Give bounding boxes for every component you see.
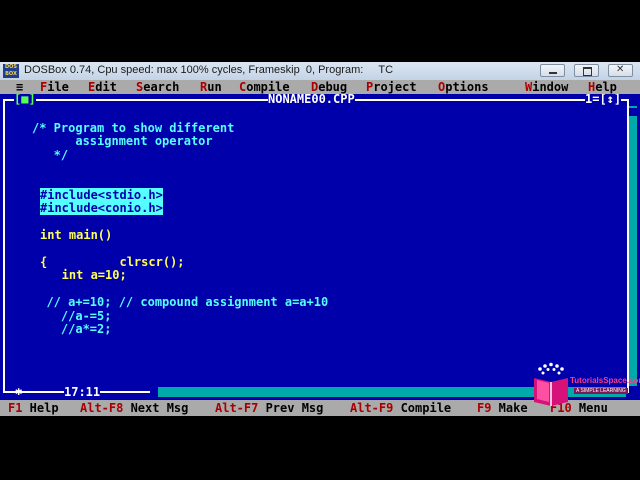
code-line[interactable]: #include<conio.h>	[40, 201, 163, 216]
dosbox-icon[interactable]: DOS BOX	[3, 64, 19, 78]
vertical-scroll-thumb[interactable]	[629, 108, 637, 116]
status-next-msg-key: Alt-F8	[80, 401, 124, 415]
cursor-position: 17:11	[64, 385, 101, 399]
menu-window-label: indow	[532, 80, 569, 94]
menu-file[interactable]: File	[40, 80, 69, 94]
status-compile-key: Alt-F9	[350, 401, 394, 415]
code-line-text: // a+=10; // compound assignment a=a+10	[32, 295, 329, 310]
code-line[interactable]: */	[32, 148, 68, 162]
vertical-scrollbar[interactable]	[629, 106, 637, 386]
status-help-label: Help	[22, 401, 59, 415]
menu-search[interactable]: Search	[136, 80, 179, 94]
code-line-text: assignment operator	[32, 134, 213, 149]
menu-window[interactable]: Window	[525, 80, 568, 94]
book-logo-icon	[534, 362, 568, 406]
status-make[interactable]: F9 Make	[477, 401, 528, 415]
status-prev-msg-label: Prev Msg	[258, 401, 324, 415]
menu-debug-label: ebug	[318, 80, 348, 94]
editor-window[interactable]: [■] NONAME00.CPP 1=[↕] /* Program to sho…	[0, 94, 640, 400]
menu-debug[interactable]: Debug	[311, 80, 347, 94]
code-line-text: #include<stdio.h>	[40, 188, 163, 202]
status-compile[interactable]: Alt-F9 Compile	[350, 401, 451, 415]
watermark-name: TutorialsSpace.com	[570, 376, 640, 385]
code-line[interactable]: /* Program to show different	[32, 121, 234, 135]
modified-indicator: ✱	[15, 384, 23, 398]
menu-edit[interactable]: Edit	[88, 80, 117, 94]
status-make-key: F9	[477, 401, 492, 415]
menu-run-label: un	[207, 80, 222, 94]
menu-help[interactable]: Help	[588, 80, 617, 94]
menu-compile-label: ompile	[246, 80, 290, 94]
code-line-text: int main()	[40, 228, 113, 243]
code-line-text: //a*=2;	[32, 322, 112, 336]
menu-project-label: roject	[373, 80, 417, 94]
status-prev-msg[interactable]: Alt-F7 Prev Msg	[215, 401, 323, 415]
status-help[interactable]: F1 Help	[8, 401, 59, 415]
status-make-label: Make	[491, 401, 528, 415]
menu-project[interactable]: Project	[366, 80, 417, 94]
editor-window-controls[interactable]: 1=[↕]	[585, 94, 622, 105]
code-line-text: */	[32, 147, 69, 162]
status-next-msg[interactable]: Alt-F8 Next Msg	[80, 401, 188, 415]
menu-run[interactable]: Run	[200, 80, 222, 94]
window-title: DOSBox 0.74, Cpu speed: max 100% cycles,…	[24, 64, 394, 76]
menu-options[interactable]: Options	[438, 80, 489, 94]
menu-bar: ≡ File Edit Search Run Compile Debug Pro…	[0, 80, 640, 94]
code-line[interactable]: #include<stdio.h>	[40, 188, 163, 202]
maximize-button[interactable]	[574, 64, 599, 77]
close-button[interactable]	[608, 64, 633, 77]
code-line-text: #include<conio.h>	[40, 201, 163, 216]
code-line[interactable]: assignment operator	[32, 134, 213, 149]
watermark-logo: TutorialsSpace.com A SIMPLE LEARNING	[530, 362, 640, 408]
menu-options-label: ptions	[445, 80, 489, 94]
watermark-tagline: A SIMPLE LEARNING	[574, 388, 628, 394]
menu-edit-label: dit	[95, 80, 117, 94]
code-line-text: //a-=5;	[32, 308, 112, 323]
window-titlebar: DOS BOX DOSBox 0.74, Cpu speed: max 100%…	[0, 62, 640, 81]
code-line[interactable]: int a=10;	[40, 268, 127, 282]
system-menu-icon[interactable]: ≡	[16, 80, 23, 94]
code-line[interactable]: { clrscr();	[40, 255, 185, 269]
status-next-msg-label: Next Msg	[123, 401, 189, 415]
editor-close-box[interactable]: [■]	[14, 94, 36, 105]
status-compile-label: Compile	[393, 401, 452, 415]
minimize-button[interactable]	[540, 64, 565, 77]
menu-compile[interactable]: Compile	[239, 80, 290, 94]
menu-file-label: ile	[47, 80, 69, 94]
code-line-text: int a=10;	[40, 268, 127, 283]
horizontal-scroll-thumb[interactable]	[150, 387, 158, 397]
menu-help-label: elp	[595, 80, 617, 94]
code-line[interactable]: int main()	[40, 228, 112, 242]
code-line[interactable]: //a*=2;	[32, 322, 112, 336]
code-line-text: /* Program to show different	[32, 121, 235, 135]
code-line-text: { clrscr();	[40, 255, 185, 269]
editor-file-name: NONAME00.CPP	[268, 94, 355, 106]
status-help-key: F1	[8, 401, 23, 415]
code-line[interactable]: //a-=5;	[32, 308, 112, 323]
menu-search-label: earch	[143, 80, 180, 94]
code-line[interactable]: // a+=10; // compound assignment a=a+10	[32, 295, 328, 309]
status-prev-msg-key: Alt-F7	[215, 401, 259, 415]
